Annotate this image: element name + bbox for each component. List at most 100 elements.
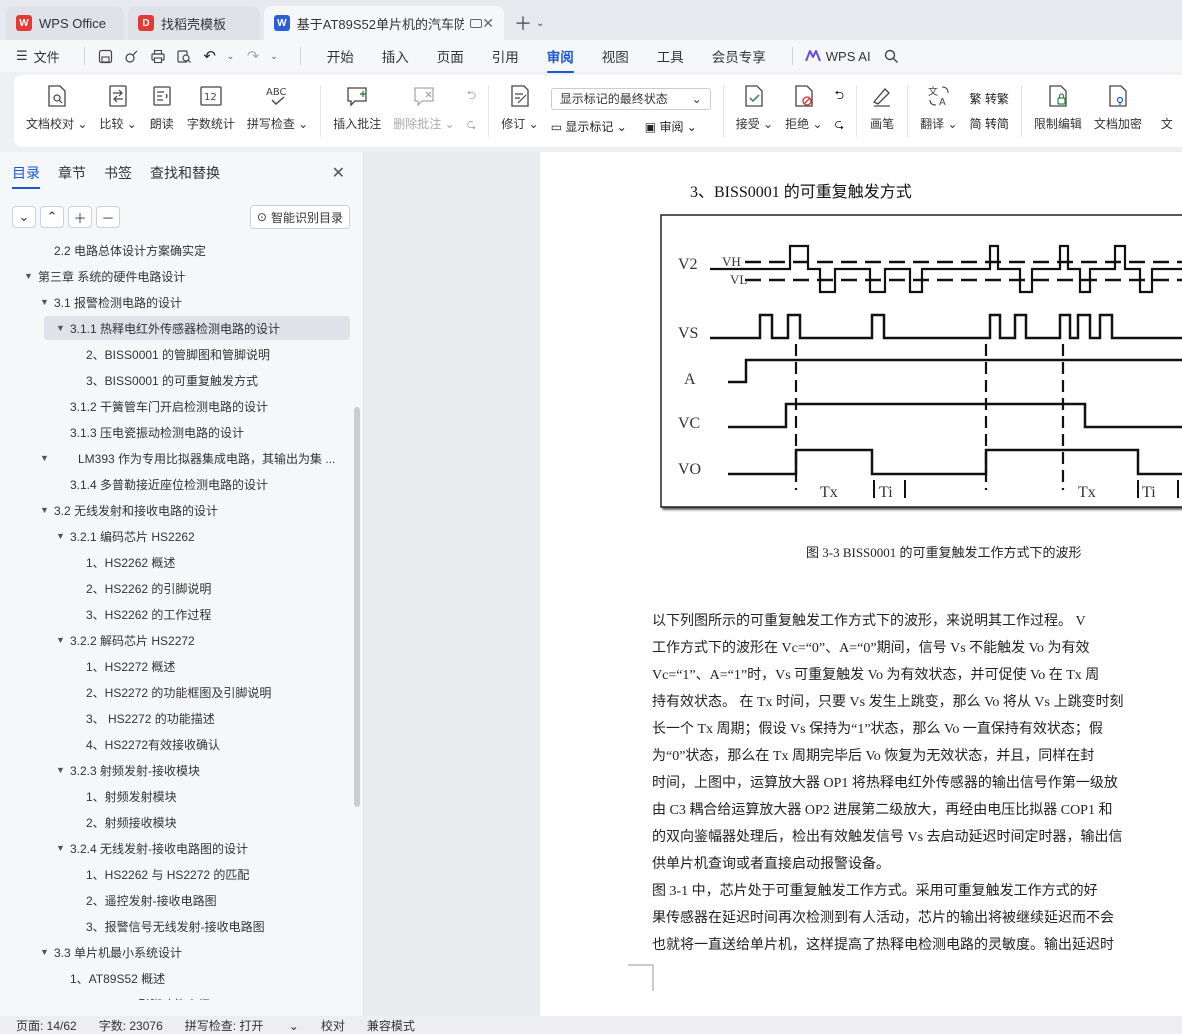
tab-find-replace[interactable]: 查找和替换 xyxy=(150,163,220,183)
reject-button[interactable]: 拒绝 ⌄ xyxy=(785,75,823,147)
toc-item[interactable]: 3、BISS0001 的可重复触发方式 xyxy=(0,368,352,392)
chevron-down-icon[interactable]: ⌄ xyxy=(536,18,544,29)
close-icon[interactable]: ✕ xyxy=(332,163,345,183)
toc-item[interactable]: 2、HS2262 的引脚说明 xyxy=(0,576,352,600)
toc-item[interactable]: 4、HS2272有效接收确认 xyxy=(0,732,352,756)
next-comment-icon[interactable]: ⮎ xyxy=(467,115,477,136)
tab-toc[interactable]: 目录 xyxy=(12,163,40,189)
toc-item[interactable]: ▼ LM393 作为专用比拟器集成电路，其输出为集 ... xyxy=(0,446,352,470)
tab-view[interactable]: 视图 xyxy=(602,46,629,66)
tab-references[interactable]: 引用 xyxy=(492,46,519,66)
word-count-indicator[interactable]: 字数: 23076 xyxy=(99,1017,163,1034)
remove-button[interactable]: － xyxy=(96,206,120,228)
prev-change-icon[interactable]: ⮌ xyxy=(835,86,845,107)
toc-item[interactable]: ▼ 3.2.2 解码芯片 HS2272 xyxy=(0,628,352,652)
restrict-edit-button[interactable]: 限制编辑 xyxy=(1034,75,1082,147)
spell-check-button[interactable]: ABC 拼写检查 ⌄ xyxy=(247,75,308,147)
close-icon[interactable]: ✕ xyxy=(482,15,494,32)
toc-item[interactable]: 2、HS2272 的功能框图及引脚说明 xyxy=(0,680,352,704)
more-button[interactable]: 文 xyxy=(1154,75,1180,147)
toc-item[interactable]: 1、HS2272 概述 xyxy=(0,654,352,678)
save-icon[interactable] xyxy=(97,47,115,65)
prev-comment-icon[interactable]: ⮌ xyxy=(467,86,477,107)
document-page[interactable]: 3、BISS0001 的可重复触发方式 V2 VH VL VS A VC VO … xyxy=(540,152,1182,1016)
compare-button[interactable]: 比较 ⌄ xyxy=(99,75,137,147)
caret-down-icon[interactable]: ▼ xyxy=(40,505,49,515)
toc-item[interactable]: ▼ 3.3 单片机最小系统设计 xyxy=(0,940,352,964)
toc-item[interactable]: 2、遥控发射-接收电路图 xyxy=(0,888,352,912)
toc-item[interactable]: ▼ 3.2.3 射频发射-接收模块 xyxy=(0,758,352,782)
search-icon[interactable] xyxy=(883,47,901,65)
tab-insert[interactable]: 插入 xyxy=(382,46,409,66)
tab-chapters[interactable]: 章节 xyxy=(58,163,86,183)
caret-down-icon[interactable]: ▼ xyxy=(56,531,65,541)
file-menu[interactable]: ☰ 文件 xyxy=(16,47,60,66)
toc-item[interactable]: 2.2 电路总体设计方案确实定 xyxy=(0,240,352,262)
toc-item[interactable]: ▼ 3.2.4 无线发射-接收电路图的设计 xyxy=(0,836,352,860)
toc-item[interactable]: 3、报警信号无线发射-接收电路图 xyxy=(0,914,352,938)
next-change-icon[interactable]: ⮎ xyxy=(835,115,845,136)
tab-home[interactable]: 开始 xyxy=(327,46,354,66)
toc-item[interactable]: ▼ 3.1.1 热释电红外传感器检测电路的设计 xyxy=(44,316,350,340)
toc-item[interactable]: 3、 HS2272 的功能描述 xyxy=(0,706,352,730)
toc-item[interactable]: 1、HS2262 概述 xyxy=(0,550,352,574)
collapse-button[interactable]: ⌄ xyxy=(12,206,36,228)
wps-ai-button[interactable]: WPS AI xyxy=(804,49,871,64)
toc-item[interactable]: 3、HS2262 的工作过程 xyxy=(0,602,352,626)
doc-check-button[interactable]: 文档校对 ⌄ xyxy=(26,75,87,147)
caret-down-icon[interactable]: ▼ xyxy=(40,453,49,463)
expand-button[interactable]: ⌃ xyxy=(40,206,64,228)
toc-item[interactable]: 3.1.4 多普勒接近座位检测电路的设计 xyxy=(0,472,352,496)
insert-comment-button[interactable]: 插入批注 xyxy=(333,75,381,147)
scrollbar[interactable] xyxy=(354,407,360,807)
smart-recognize-button[interactable]: ⊙ 智能识别目录 xyxy=(249,205,350,229)
new-tab-button[interactable]: ＋ ⌄ xyxy=(508,6,550,40)
caret-down-icon[interactable]: ▼ xyxy=(56,323,65,333)
toc-item[interactable]: 1、AT89S52 概述 xyxy=(0,966,352,990)
toc-item[interactable]: ▼ 第三章 系统的硬件电路设计 xyxy=(0,264,352,288)
tab-document[interactable]: W 基于AT89S52单片机的汽车防 ✕ xyxy=(264,6,504,40)
toc-item[interactable]: 2、BISS0001 的管脚图和管脚说明 xyxy=(0,342,352,366)
toc-item[interactable]: 1、射频发射模块 xyxy=(0,784,352,808)
print-preview-icon[interactable] xyxy=(175,47,193,65)
toc-item[interactable]: ▼ 3.2 无线发射和接收电路的设计 xyxy=(0,498,352,522)
print-icon[interactable] xyxy=(149,47,167,65)
toc-item[interactable]: 2、AT89S52引脚功能介绍 xyxy=(0,992,352,1001)
add-button[interactable]: ＋ xyxy=(68,206,92,228)
encrypt-button[interactable]: 文档加密 xyxy=(1094,75,1142,147)
tab-review[interactable]: 审阅 xyxy=(546,46,574,73)
export-icon[interactable] xyxy=(123,47,141,65)
toc-item[interactable]: 3.1.3 压电瓷振动检测电路的设计 xyxy=(0,420,352,444)
ink-button[interactable]: 画笔 xyxy=(869,75,895,147)
caret-down-icon[interactable]: ▼ xyxy=(24,271,33,281)
chevron-down-icon[interactable]: ⌄ xyxy=(270,51,278,62)
page-indicator[interactable]: 页面: 14/62 xyxy=(16,1017,77,1034)
spell-check-indicator[interactable]: 拼写检查: 打开 ⌄ xyxy=(185,1017,299,1034)
review-pane-button[interactable]: ▣ 审阅 ⌄ xyxy=(645,118,697,135)
caret-down-icon[interactable]: ▼ xyxy=(56,765,65,775)
tab-tools[interactable]: 工具 xyxy=(657,46,684,66)
toc-item[interactable]: ▼ 3.2.1 编码芯片 HS2262 xyxy=(0,524,352,548)
caret-down-icon[interactable]: ▼ xyxy=(40,947,49,957)
word-count-button[interactable]: 12 字数统计 xyxy=(187,75,235,147)
toc-item[interactable]: ▼ 3.1 报警检测电路的设计 xyxy=(0,290,352,314)
to-simplified-button[interactable]: 简 转简 xyxy=(970,115,1009,132)
redo-icon[interactable]: ↷ xyxy=(244,47,262,65)
toc-item[interactable]: 1、HS2262 与 HS2272 的匹配 xyxy=(0,862,352,886)
toc-item[interactable]: 2、射频接收模块 xyxy=(0,810,352,834)
proofread-indicator[interactable]: 校对 xyxy=(321,1017,345,1034)
track-changes-button[interactable]: 修订 ⌄ xyxy=(501,75,539,147)
tab-member[interactable]: 会员专享 xyxy=(712,46,766,66)
toc-item[interactable]: 3.1.2 干簧管车门开启检测电路的设计 xyxy=(0,394,352,418)
chevron-down-icon[interactable]: ⌄ xyxy=(227,51,235,62)
markup-state-select[interactable]: 显示标记的最终状态 ⌄ xyxy=(550,87,711,110)
tab-page[interactable]: 页面 xyxy=(437,46,464,66)
tab-bookmarks[interactable]: 书签 xyxy=(104,163,132,183)
read-aloud-button[interactable]: 朗读 xyxy=(149,75,175,147)
tab-wps-office[interactable]: W WPS Office xyxy=(6,6,124,40)
show-markup-button[interactable]: ▭ 显示标记 ⌄ xyxy=(551,118,627,135)
translate-button[interactable]: 文A 翻译 ⌄ xyxy=(920,75,957,147)
tab-docer-templates[interactable]: D 找稻壳模板 xyxy=(128,6,260,40)
undo-icon[interactable]: ↶ xyxy=(201,47,219,65)
accept-button[interactable]: 接受 ⌄ xyxy=(736,75,773,147)
